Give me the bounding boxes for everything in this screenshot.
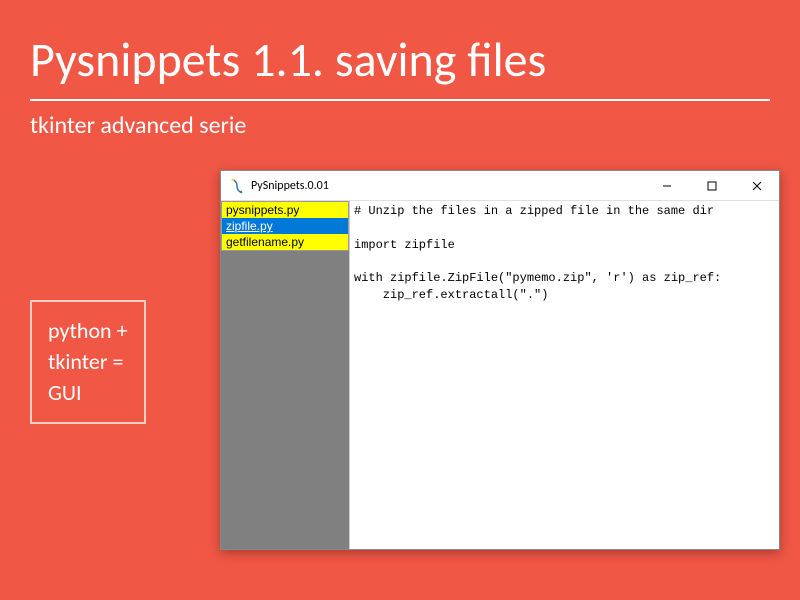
code-editor[interactable]: # Unzip the files in a zipped file in th… bbox=[349, 201, 779, 549]
file-item[interactable]: getfilename.py bbox=[222, 234, 348, 250]
maximize-icon bbox=[707, 181, 717, 191]
sidebox-line: python + bbox=[48, 316, 128, 347]
window-body: pysnippets.py zipfile.py getfilename.py … bbox=[221, 201, 779, 549]
file-list[interactable]: pysnippets.py zipfile.py getfilename.py bbox=[221, 201, 349, 251]
file-item[interactable]: zipfile.py bbox=[222, 218, 348, 234]
sidebar: pysnippets.py zipfile.py getfilename.py bbox=[221, 201, 349, 549]
close-icon bbox=[752, 181, 762, 191]
maximize-button[interactable] bbox=[689, 171, 734, 200]
file-item[interactable]: pysnippets.py bbox=[222, 202, 348, 218]
sidebox-line: GUI bbox=[48, 378, 128, 409]
window-title: PySnippets.0.01 bbox=[251, 179, 644, 193]
minimize-button[interactable] bbox=[644, 171, 689, 200]
minimize-icon bbox=[662, 181, 672, 191]
main-title: Pysnippets 1.1. saving files bbox=[0, 0, 800, 99]
python-icon bbox=[229, 178, 245, 194]
close-button[interactable] bbox=[734, 171, 779, 200]
side-info-box: python + tkinter = GUI bbox=[30, 300, 146, 424]
app-window: PySnippets.0.01 pysnippets.py zipfile.py… bbox=[220, 170, 780, 550]
window-controls bbox=[644, 171, 779, 200]
titlebar[interactable]: PySnippets.0.01 bbox=[221, 171, 779, 201]
subtitle: tkinter advanced serie bbox=[0, 101, 800, 150]
sidebox-line: tkinter = bbox=[48, 347, 128, 378]
